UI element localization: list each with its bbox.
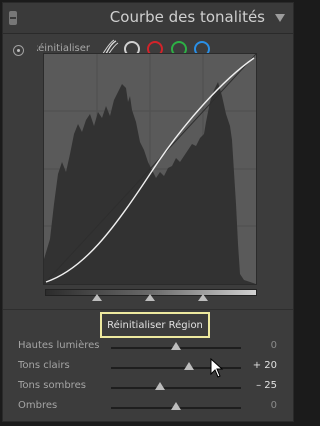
slider-row-shadows: Ombres 0 [3,399,293,417]
slider-row-lights: Tons clairs + 20 [3,359,293,377]
mouse-pointer-icon [210,358,224,378]
slider-track[interactable] [111,387,241,389]
zone-split-highlights-handle[interactable] [198,294,208,301]
slider-row-darks: Tons sombres – 25 [3,379,293,397]
slider-thumb[interactable] [171,342,181,350]
panel-title: Courbe des tonalités [109,8,265,26]
slider-value[interactable]: 0 [271,400,277,411]
slider-label: Ombres [18,400,58,411]
tone-curve-panel: Courbe des tonalités Réinitialiser : [2,2,294,422]
divider [3,309,293,310]
slider-thumb[interactable] [171,402,181,410]
collapse-triangle-icon[interactable] [275,14,285,22]
slider-label: Tons sombres [18,380,86,391]
slider-label: Hautes lumières [18,340,100,351]
slider-value[interactable]: + 20 [253,360,277,371]
tone-curve-graph[interactable] [43,53,257,285]
slider-value[interactable]: 0 [271,340,277,351]
slider-label: Tons clairs [18,360,70,371]
slider-value[interactable]: – 25 [256,380,277,391]
zone-split-shadows-handle[interactable] [92,294,102,301]
slider-thumb[interactable] [155,382,165,390]
slider-row-highlights: Hautes lumières 0 [3,339,293,357]
zone-split-midtones-handle[interactable] [145,294,155,301]
targeted-adjustment-icon[interactable] [13,45,24,56]
slider-thumb[interactable] [184,362,194,370]
panel-header[interactable]: Courbe des tonalités [3,3,293,34]
panel-toggle-icon[interactable] [9,11,17,25]
reset-region-button[interactable]: Réinitialiser Région [100,312,210,338]
